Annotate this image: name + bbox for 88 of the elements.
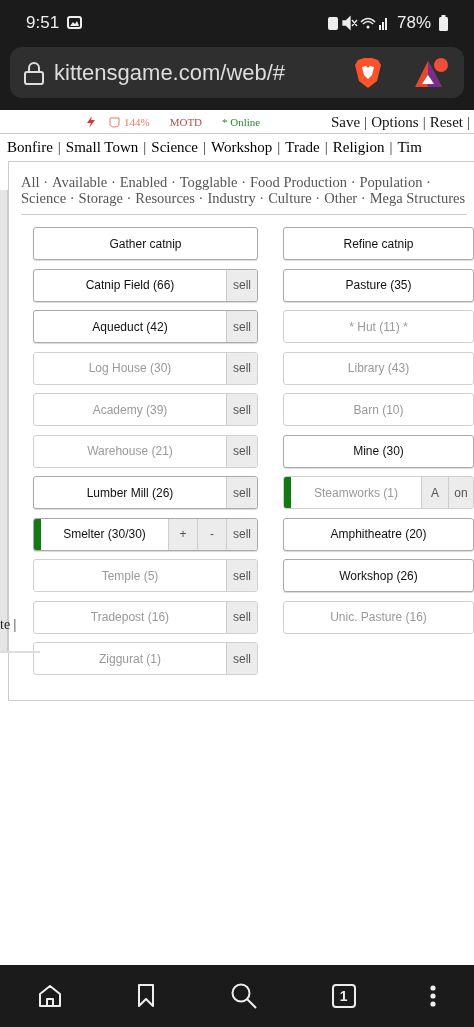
separator: · [126,190,132,206]
side-panel-text: te | [0,617,17,633]
separator: | [57,139,61,157]
building-button[interactable]: Refine catnip [284,228,473,259]
tab[interactable]: Tim [397,139,422,161]
sell-button[interactable]: sell [226,435,257,467]
sell-button[interactable]: sell [226,518,257,550]
separator: · [426,174,431,190]
decrease-button[interactable]: - [197,518,226,550]
sell-button[interactable]: sell [226,269,257,301]
filter-link[interactable]: All [21,174,40,190]
building-button[interactable]: Catnip Field (66) [34,269,226,301]
building-button[interactable]: Gather catnip [34,228,257,259]
tab[interactable]: Religion [332,139,385,161]
building-button[interactable]: Pasture (35) [284,269,473,301]
increase-button[interactable]: + [168,518,197,550]
separator: · [110,174,116,190]
sell-button[interactable]: sell [226,560,257,591]
clock-time: 9:51 [26,12,60,33]
filter-link[interactable]: Population [359,174,423,190]
auto-button[interactable]: A [421,477,448,508]
building-button[interactable]: Mine (30) [284,435,473,467]
sell-button[interactable]: sell [226,601,257,633]
filter-link[interactable]: Resources [135,190,195,206]
lock-icon [24,60,44,85]
header-link[interactable]: Options [371,113,419,131]
tab[interactable]: Science [151,139,198,161]
signal-status-drawing [326,14,389,31]
toggle-button[interactable]: on [448,477,473,508]
separator: | [324,139,328,157]
separator: | [467,113,470,131]
motd-link[interactable]: MOTD [169,116,203,128]
separator: | [202,139,206,157]
sell-button[interactable]: sell [226,643,257,674]
filter-link[interactable]: Togglable [179,174,238,190]
separator: · [43,174,48,190]
tab-count-button[interactable]: 1 [331,984,356,1008]
separator: · [198,190,204,206]
separator: · [315,190,321,206]
tab[interactable]: Workshop [210,139,273,161]
sell-button[interactable]: sell [226,394,257,425]
separator: | [389,139,393,157]
battery-icon [439,14,448,31]
shield-icon [109,116,120,128]
separator: · [241,174,246,190]
filter-link[interactable]: Available [52,174,108,190]
header-link[interactable]: Reset [429,113,463,131]
home-icon[interactable] [36,983,63,1009]
filter-link[interactable]: Culture [268,190,312,206]
building-button[interactable]: Lumber Mill (26) [34,477,226,508]
filter-link[interactable]: Enabled [119,174,168,190]
search-icon[interactable] [230,982,258,1010]
separator: · [350,174,356,190]
building-button[interactable]: Amphitheatre (20) [284,518,473,550]
address-bar[interactable]: kittensgame.com/web/# [10,47,464,98]
filter-link[interactable]: Mega Structures [369,190,466,206]
separator: · [170,174,176,190]
triangle-icon[interactable] [414,56,450,89]
separator: | [422,113,426,131]
tab[interactable]: Trade [285,139,320,161]
separator: · [259,190,265,206]
energy-percent: 144% [124,116,150,128]
online-status: * Online [222,116,261,128]
separator: · [360,190,366,206]
bookmark-icon[interactable] [136,983,157,1009]
separator: | [364,113,368,131]
filter-link[interactable]: Other [324,190,358,206]
header-link[interactable]: Save [330,113,361,131]
image-icon [67,16,83,29]
filter-link[interactable]: Industry [207,190,256,206]
filter-link[interactable]: Storage [78,190,123,206]
building-button[interactable]: Aqueduct (42) [34,311,226,342]
menu-icon[interactable] [429,984,438,1008]
filter-link[interactable]: Food Production [250,174,348,190]
separator: | [143,139,147,157]
building-button[interactable]: Smelter (30/30) [41,518,168,550]
filter-link[interactable]: Science [21,190,67,206]
sell-button[interactable]: sell [226,352,257,384]
sell-button[interactable]: sell [226,477,257,508]
tab[interactable]: Bonfire [7,139,53,161]
sell-button[interactable]: sell [226,311,257,342]
separator: · [69,190,75,206]
building-button[interactable]: Workshop (26) [284,560,473,591]
lion-shield-icon[interactable] [354,56,382,89]
lightning-icon [86,116,96,128]
tab[interactable]: Small Town [65,139,139,161]
battery-percent: 78% [396,12,431,33]
separator: | [277,139,281,157]
